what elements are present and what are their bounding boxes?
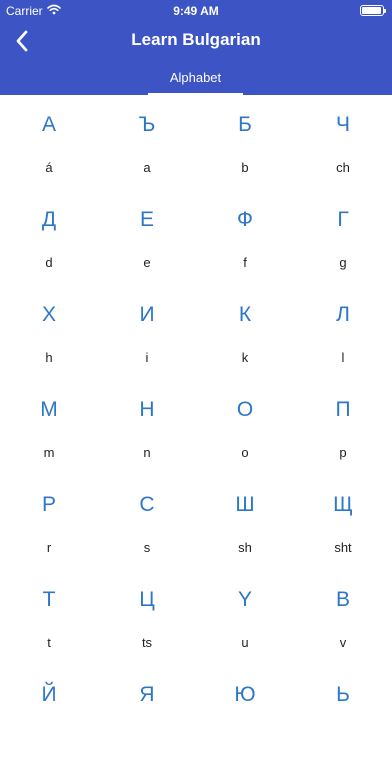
transliteration: i — [145, 350, 149, 365]
transliteration: m — [43, 445, 55, 460]
transliteration: á — [45, 160, 53, 175]
letter-cell[interactable]: Вv — [294, 570, 392, 665]
transliteration: b — [241, 160, 249, 175]
transliteration: e — [143, 255, 151, 270]
letter-cell[interactable]: Гg — [294, 190, 392, 285]
cyrillic-letter: Й — [41, 683, 57, 706]
cyrillic-letter: Д — [41, 208, 57, 231]
letter-cell[interactable]: Рr — [0, 475, 98, 570]
transliteration: a — [143, 160, 151, 175]
cyrillic-letter: Я — [139, 683, 155, 706]
transliteration: o — [241, 445, 249, 460]
transliteration: p — [339, 445, 347, 460]
letter-cell[interactable]: Фf — [196, 190, 294, 285]
tab-label: Alphabet — [169, 70, 222, 85]
cyrillic-letter: Е — [139, 208, 154, 231]
letter-cell[interactable]: Оo — [196, 380, 294, 475]
cyrillic-letter: Ц — [139, 588, 155, 611]
transliteration: g — [339, 255, 347, 270]
status-time: 9:49 AM — [173, 4, 219, 18]
battery-icon — [360, 5, 386, 16]
letter-cell[interactable]: Бb — [196, 95, 294, 190]
cyrillic-letter: Щ — [333, 493, 353, 516]
battery-fill — [362, 7, 381, 14]
transliteration: r — [46, 540, 52, 555]
cyrillic-letter: Г — [337, 208, 349, 231]
letter-cell[interactable]: Мm — [0, 380, 98, 475]
cyrillic-letter: И — [139, 303, 155, 326]
cyrillic-letter: М — [40, 398, 58, 421]
transliteration: s — [143, 540, 151, 555]
alphabet-grid: Аá Ъa Бb Чch Дd Еe Фf Гg Хh Иi Кk Лl Мm Нn Оo Пp Рr Сs Шsh… — [0, 95, 392, 706]
cyrillic-letter: Л — [336, 303, 350, 326]
transliteration: ts — [141, 635, 153, 650]
transliteration: v — [339, 635, 347, 650]
transliteration: h — [45, 350, 53, 365]
letter-cell[interactable]: Цts — [98, 570, 196, 665]
transliteration: f — [243, 255, 247, 270]
transliteration: t — [47, 635, 51, 650]
page-title: Learn Bulgarian — [131, 30, 261, 49]
back-button[interactable] — [8, 27, 36, 55]
letter-cell[interactable]: Ь — [294, 665, 392, 760]
letter-cell[interactable]: Иi — [98, 285, 196, 380]
letter-cell[interactable]: Сs — [98, 475, 196, 570]
chevron-left-icon — [16, 30, 28, 52]
letter-cell[interactable]: Кk — [196, 285, 294, 380]
cyrillic-letter: Y — [237, 588, 252, 611]
letter-cell[interactable]: Щsht — [294, 475, 392, 570]
letter-cell[interactable]: Чch — [294, 95, 392, 190]
letter-cell[interactable]: Дd — [0, 190, 98, 285]
letter-cell[interactable]: Ю — [196, 665, 294, 760]
cyrillic-letter: Т — [42, 588, 56, 611]
cyrillic-letter: Р — [41, 493, 56, 516]
transliteration: ch — [336, 160, 350, 175]
status-bar: Carrier 9:49 AM — [0, 0, 392, 22]
letter-cell[interactable]: Й — [0, 665, 98, 760]
letter-cell[interactable]: Лl — [294, 285, 392, 380]
letter-cell[interactable]: Хh — [0, 285, 98, 380]
transliteration: n — [143, 445, 151, 460]
letter-cell[interactable]: Пp — [294, 380, 392, 475]
cyrillic-letter: Ю — [234, 683, 256, 706]
transliteration: d — [45, 255, 53, 270]
transliteration: k — [241, 350, 249, 365]
cyrillic-letter: Б — [238, 113, 252, 136]
transliteration: sh — [238, 540, 252, 555]
tab-alphabet[interactable]: Alphabet — [148, 70, 243, 95]
letter-cell[interactable]: Аá — [0, 95, 98, 190]
letter-cell[interactable]: Тt — [0, 570, 98, 665]
letter-cell[interactable]: Yu — [196, 570, 294, 665]
cyrillic-letter: О — [236, 398, 254, 421]
cyrillic-letter: Ь — [336, 683, 350, 706]
transliteration: sht — [334, 540, 352, 555]
app-header: Carrier 9:49 AM Learn Bulgarian Alphabet — [0, 0, 392, 95]
cyrillic-letter: А — [41, 113, 56, 136]
cyrillic-letter: В — [335, 588, 350, 611]
letter-cell[interactable]: Шsh — [196, 475, 294, 570]
transliteration: l — [341, 350, 345, 365]
cyrillic-letter: С — [139, 493, 155, 516]
cyrillic-letter: Х — [41, 303, 56, 326]
cyrillic-letter: Н — [139, 398, 155, 421]
cyrillic-letter: Ш — [235, 493, 255, 516]
cyrillic-letter: П — [335, 398, 351, 421]
letter-cell[interactable]: Нn — [98, 380, 196, 475]
transliteration: u — [241, 635, 249, 650]
cyrillic-letter: Ъ — [138, 113, 156, 136]
letter-cell[interactable]: Еe — [98, 190, 196, 285]
letter-cell[interactable]: Я — [98, 665, 196, 760]
cyrillic-letter: Ф — [237, 208, 253, 231]
cyrillic-letter: К — [238, 303, 252, 326]
letter-cell[interactable]: Ъa — [98, 95, 196, 190]
cyrillic-letter: Ч — [336, 113, 350, 136]
